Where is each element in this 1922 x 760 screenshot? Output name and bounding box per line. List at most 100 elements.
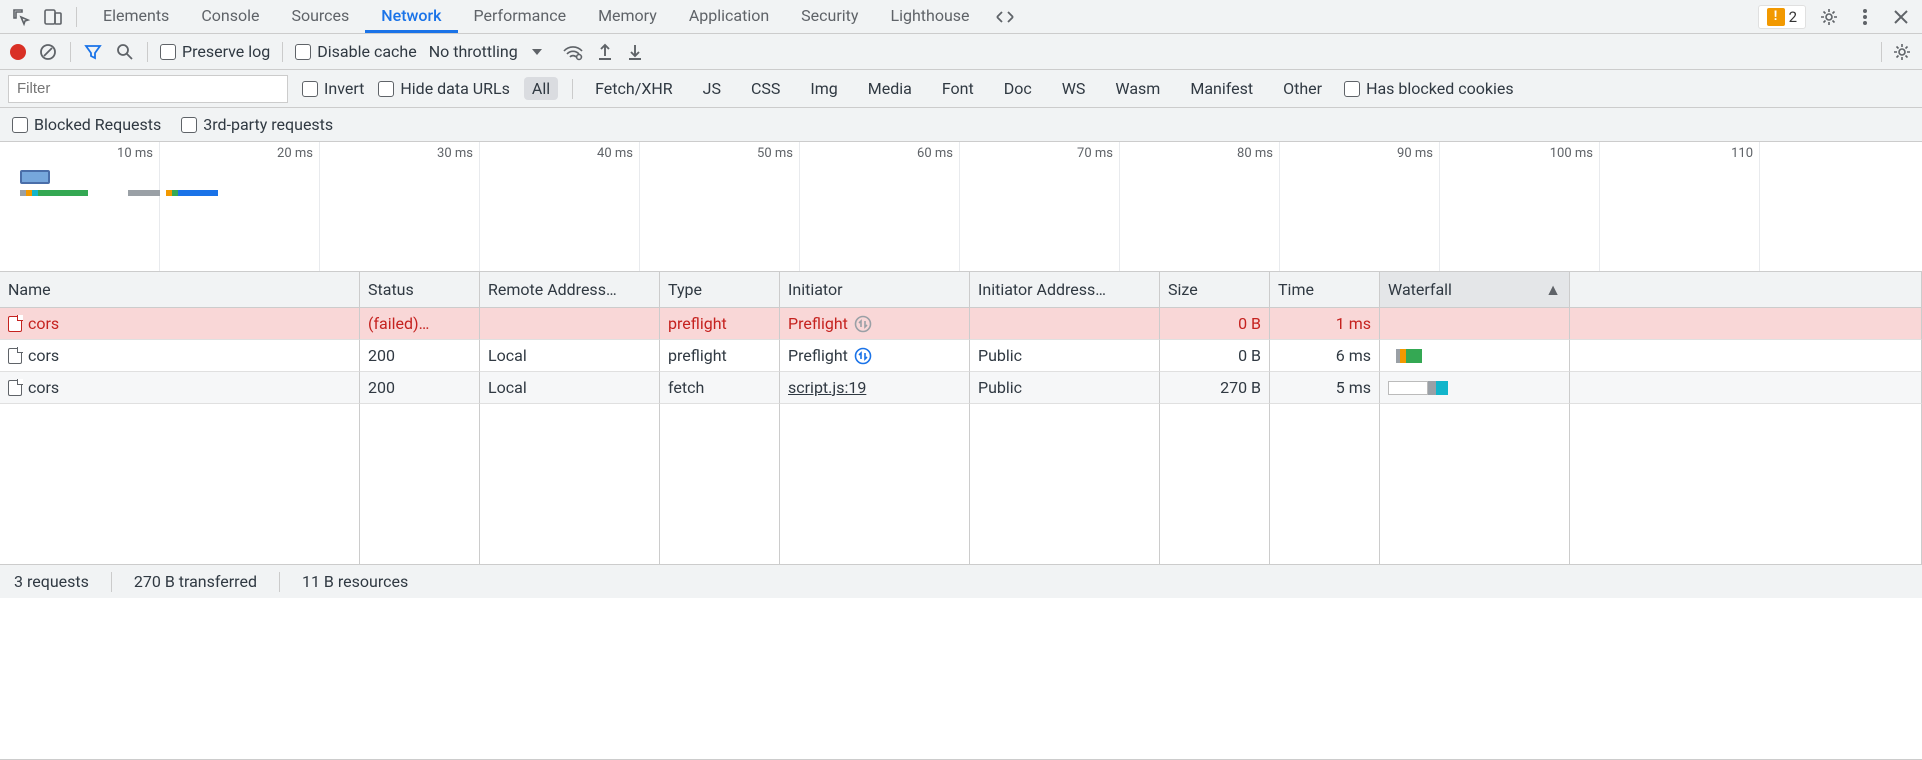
filter-funnel-icon[interactable] (83, 42, 103, 62)
network-conditions-icon[interactable] (562, 42, 584, 62)
swap-icon (854, 315, 872, 333)
settings-icon[interactable] (1816, 4, 1842, 30)
tick-label: 70 ms (1077, 146, 1113, 161)
cell-extra (1570, 372, 1922, 404)
column-header-remoteaddress[interactable]: Remote Address… (480, 272, 660, 308)
import-har-icon[interactable] (596, 42, 614, 62)
filter-row-2: Blocked Requests 3rd-party requests (0, 108, 1922, 142)
cell-initiator[interactable]: script.js:19 (780, 372, 970, 404)
cell-remote-address: Local (480, 340, 660, 372)
filter-input[interactable] (8, 75, 288, 103)
type-pill-css[interactable]: CSS (743, 77, 788, 100)
blocked-requests-label: Blocked Requests (34, 115, 161, 134)
sort-arrow-icon: ▲ (1545, 280, 1561, 300)
type-pill-media[interactable]: Media (860, 77, 920, 100)
cell-type: fetch (660, 372, 780, 404)
third-party-checkbox[interactable]: 3rd-party requests (181, 115, 333, 134)
cell-type: preflight (660, 340, 780, 372)
overview-selection[interactable] (20, 170, 50, 184)
close-icon[interactable] (1888, 4, 1914, 30)
inspect-icon[interactable] (8, 4, 34, 30)
tab-console[interactable]: Console (185, 0, 275, 33)
export-har-icon[interactable] (626, 42, 644, 62)
type-pill-ws[interactable]: WS (1054, 77, 1094, 100)
disable-cache-checkbox[interactable]: Disable cache (295, 42, 416, 61)
tick-label: 60 ms (917, 146, 953, 161)
checkbox-icon (12, 117, 28, 133)
column-header-time[interactable]: Time (1270, 272, 1380, 308)
device-mode-icon[interactable] (40, 4, 66, 30)
cell-waterfall (1380, 372, 1570, 404)
network-settings-icon[interactable] (1892, 42, 1912, 62)
type-pill-all[interactable]: All (524, 77, 558, 100)
column-header-initiatoraddress[interactable]: Initiator Address… (970, 272, 1160, 308)
cell-waterfall (1380, 340, 1570, 372)
cell-initiator[interactable]: Preflight (780, 340, 970, 372)
file-icon (8, 316, 22, 332)
column-header-extra[interactable] (1570, 272, 1922, 308)
cell-initiator[interactable]: Preflight (780, 308, 970, 340)
cell-name[interactable]: cors (0, 372, 360, 404)
disable-cache-label: Disable cache (317, 42, 416, 61)
request-name: cors (28, 314, 59, 333)
filter-row: Invert Hide data URLs All Fetch/XHR JS CSS I… (0, 70, 1922, 108)
cell-name[interactable]: cors (0, 308, 360, 340)
column-header-status[interactable]: Status (360, 272, 480, 308)
has-blocked-cookies-checkbox[interactable]: Has blocked cookies (1344, 79, 1514, 98)
record-button[interactable] (10, 44, 26, 60)
column-header-initiator[interactable]: Initiator (780, 272, 970, 308)
column-header-name[interactable]: Name (0, 272, 360, 308)
type-pill-img[interactable]: Img (802, 77, 845, 100)
panel-tabs: ElementsConsoleSourcesNetworkPerformance… (87, 0, 986, 33)
request-name: cors (28, 346, 59, 365)
divider (70, 42, 71, 62)
blocked-requests-checkbox[interactable]: Blocked Requests (12, 115, 161, 134)
more-tabs-icon[interactable] (992, 4, 1018, 30)
tab-application[interactable]: Application (673, 0, 785, 33)
cell-type: preflight (660, 308, 780, 340)
divider (147, 42, 148, 62)
tab-lighthouse[interactable]: Lighthouse (874, 0, 985, 33)
issues-badge[interactable]: ! 2 (1758, 5, 1806, 29)
preserve-log-checkbox[interactable]: Preserve log (160, 42, 270, 61)
tab-elements[interactable]: Elements (87, 0, 185, 33)
type-pill-doc[interactable]: Doc (996, 77, 1040, 100)
overview-tick: 20 ms (160, 142, 320, 271)
tick-label: 80 ms (1237, 146, 1273, 161)
type-pill-js[interactable]: JS (695, 77, 729, 100)
tab-network[interactable]: Network (365, 0, 457, 33)
type-pill-fetchxhr[interactable]: Fetch/XHR (587, 77, 681, 100)
overview-timeline[interactable]: 10 ms20 ms30 ms40 ms50 ms60 ms70 ms80 ms… (0, 142, 1922, 272)
cell-name[interactable]: cors (0, 340, 360, 372)
overview-bars (20, 170, 218, 196)
column-header-size[interactable]: Size (1160, 272, 1270, 308)
cell-status: (failed)… (360, 308, 480, 340)
tick-label: 30 ms (437, 146, 473, 161)
checkbox-icon (295, 44, 311, 60)
request-name: cors (28, 378, 59, 397)
cell-size: 270 B (1160, 372, 1270, 404)
network-toolbar: Preserve log Disable cache No throttling (0, 34, 1922, 70)
file-icon (8, 380, 22, 396)
column-header-waterfall[interactable]: Waterfall▲ (1380, 272, 1570, 308)
column-header-type[interactable]: Type (660, 272, 780, 308)
cell-size: 0 B (1160, 308, 1270, 340)
search-icon[interactable] (115, 42, 135, 62)
invert-checkbox[interactable]: Invert (302, 79, 364, 98)
tab-performance[interactable]: Performance (458, 0, 583, 33)
throttling-select[interactable]: No throttling (429, 42, 550, 61)
clear-icon[interactable] (38, 42, 58, 62)
tab-memory[interactable]: Memory (582, 0, 673, 33)
cell-time: 1 ms (1270, 308, 1380, 340)
tabs-right: ! 2 (1758, 4, 1914, 30)
kebab-menu-icon[interactable] (1852, 4, 1878, 30)
cell-initiator-address (970, 308, 1160, 340)
tab-sources[interactable]: Sources (275, 0, 365, 33)
type-pill-wasm[interactable]: Wasm (1107, 77, 1168, 100)
type-pill-manifest[interactable]: Manifest (1182, 77, 1261, 100)
type-pill-other[interactable]: Other (1275, 77, 1330, 100)
tab-security[interactable]: Security (785, 0, 874, 33)
type-pill-font[interactable]: Font (934, 77, 982, 100)
initiator-link[interactable]: script.js:19 (788, 378, 866, 397)
hide-data-urls-checkbox[interactable]: Hide data URLs (378, 79, 510, 98)
